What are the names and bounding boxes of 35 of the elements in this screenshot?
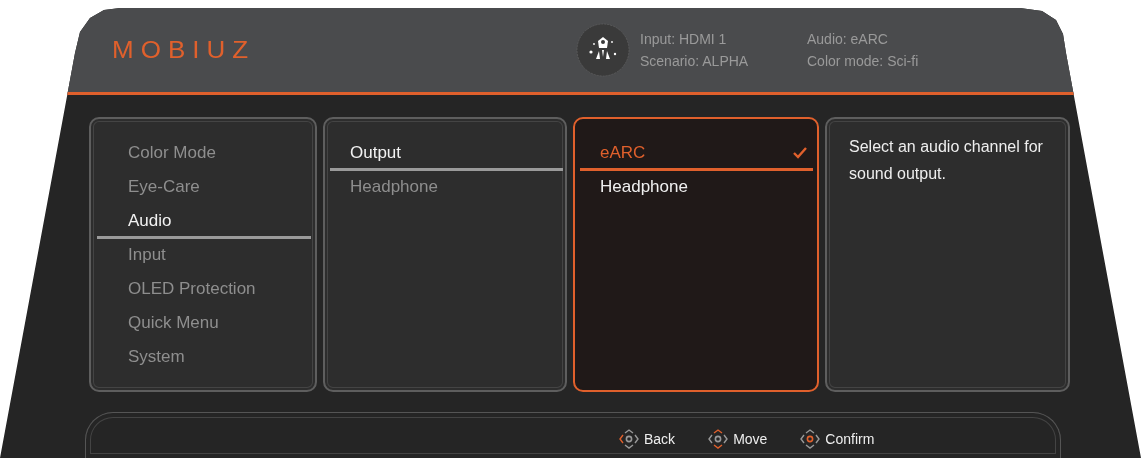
rocket-badge-icon [576,23,630,77]
menu-item[interactable]: eARC [580,137,813,171]
menu-item[interactable]: Color Mode [97,137,311,171]
menu-item[interactable]: Audio [97,205,311,239]
navigation-pad-icon [799,427,822,450]
menu-item-label: Headphone [350,176,438,197]
menu-item[interactable]: Headphone [330,171,563,205]
navigation-pad-icon [618,427,640,450]
menu-item-label: System [128,346,185,367]
menu-item[interactable]: System [97,341,311,375]
menu-item[interactable]: OLED Protection [97,273,311,307]
logo: MOBIUZ [112,36,257,64]
hint-label: Move [733,430,768,447]
menu-item[interactable]: Output [330,137,563,171]
menu-item[interactable]: Quick Menu [97,307,311,341]
hint-label: Back [644,430,676,447]
scenario-info: Scenario: ALPHA [640,53,750,69]
menu-item[interactable]: Headphone [580,171,813,205]
menu-item[interactable]: Input [97,239,311,273]
menu-item-label: Audio [128,210,172,231]
menu-item-label: Quick Menu [128,312,219,333]
color-mode-info: Color mode: Sci-fi [807,53,920,69]
menu-item-label: eARC [600,142,646,163]
description-text: Select an audio channel for sound output. [848,137,1044,184]
audio-info: Audio: eARC [807,31,889,47]
menu-item-label: Eye-Care [128,176,200,197]
menu-item-label: Color Mode [128,142,216,163]
menu-item-label: Headphone [600,176,688,197]
menu-item-label: Input [128,244,166,265]
menu-item-label: Output [350,142,402,163]
menu-item[interactable]: Eye-Care [97,171,311,205]
menu-item-label: OLED Protection [128,278,256,299]
hint-label: Confirm [825,430,875,447]
input-info: Input: HDMI 1 [640,31,728,47]
navigation-pad-icon [707,427,730,450]
